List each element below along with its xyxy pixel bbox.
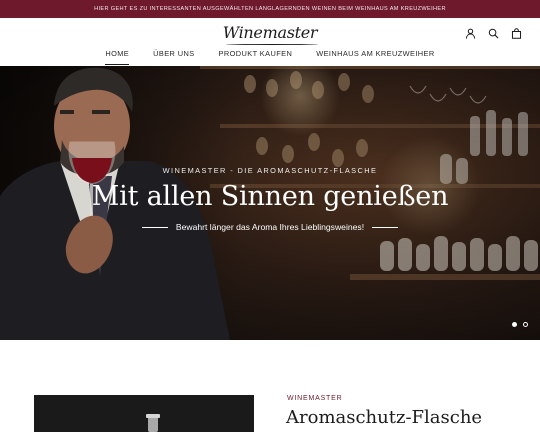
nav-item-weinhaus[interactable]: Weinhaus am Kreuzweiher bbox=[316, 49, 434, 65]
subtitle-divider-right bbox=[372, 226, 399, 228]
logo-flourish bbox=[226, 43, 318, 45]
nav-item-home[interactable]: Home bbox=[105, 49, 130, 65]
hero-kicker: Winemaster - Die Aromaschutz-Flasche bbox=[162, 166, 378, 175]
slideshow-dots bbox=[512, 322, 528, 327]
search-icon[interactable] bbox=[488, 28, 499, 39]
announcement-bar[interactable]: Hier geht es zu interessanten ausgewählt… bbox=[0, 0, 540, 18]
product-vendor[interactable]: Winemaster bbox=[287, 395, 342, 402]
announcement-text[interactable]: Hier geht es zu interessanten ausgewählt… bbox=[94, 6, 446, 12]
hero-slideshow[interactable]: Winemaster - Die Aromaschutz-Flasche Mit… bbox=[0, 66, 540, 340]
hero-subtitle-row: Bewahrt länger das Aroma Ihres Lieblings… bbox=[0, 222, 540, 232]
hero-subtitle: Bewahrt länger das Aroma Ihres Lieblings… bbox=[175, 222, 365, 232]
nav-item-ueber-uns[interactable]: Über uns bbox=[153, 49, 194, 65]
account-icon[interactable] bbox=[465, 28, 476, 39]
product-image[interactable] bbox=[34, 395, 254, 432]
featured-product: Winemaster Aromaschutz-Flasche bbox=[0, 395, 540, 432]
logo-text[interactable]: Winemaster bbox=[223, 23, 318, 42]
nav-item-produkt-kaufen[interactable]: Produkt kaufen bbox=[219, 49, 293, 65]
cart-icon[interactable] bbox=[511, 28, 522, 39]
hero-title: Mit allen Sinnen genießen bbox=[91, 181, 449, 212]
main-nav: Home Über uns Produkt kaufen Weinhaus am… bbox=[0, 49, 540, 65]
hero-content: Winemaster - Die Aromaschutz-Flasche Mit… bbox=[0, 166, 540, 232]
product-title[interactable]: Aromaschutz-Flasche bbox=[286, 407, 482, 428]
subtitle-divider-left bbox=[141, 226, 168, 228]
logo[interactable]: Winemaster bbox=[0, 23, 540, 45]
bottle-icon bbox=[34, 395, 254, 432]
header-icons bbox=[465, 28, 522, 39]
site-header: Winemaster Home Über uns Produkt kaufen … bbox=[0, 18, 540, 66]
slide-dot-2[interactable] bbox=[523, 322, 528, 327]
slide-dot-1[interactable] bbox=[512, 322, 517, 327]
